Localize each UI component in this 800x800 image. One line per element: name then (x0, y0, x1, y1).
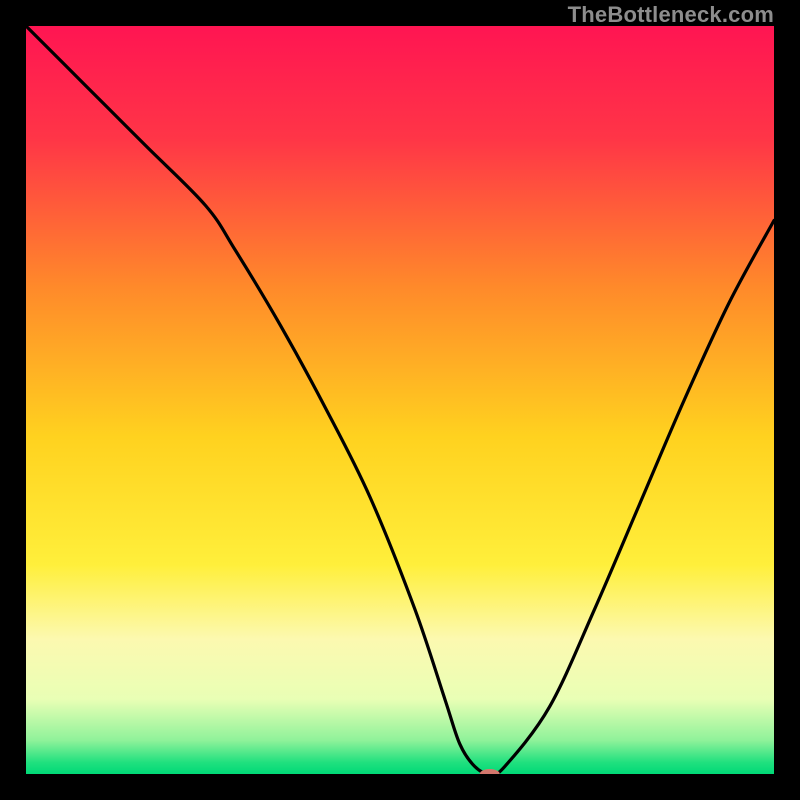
bottleneck-chart (26, 26, 774, 774)
chart-frame: TheBottleneck.com (0, 0, 800, 800)
plot-area (26, 26, 774, 774)
watermark-text: TheBottleneck.com (568, 2, 774, 28)
